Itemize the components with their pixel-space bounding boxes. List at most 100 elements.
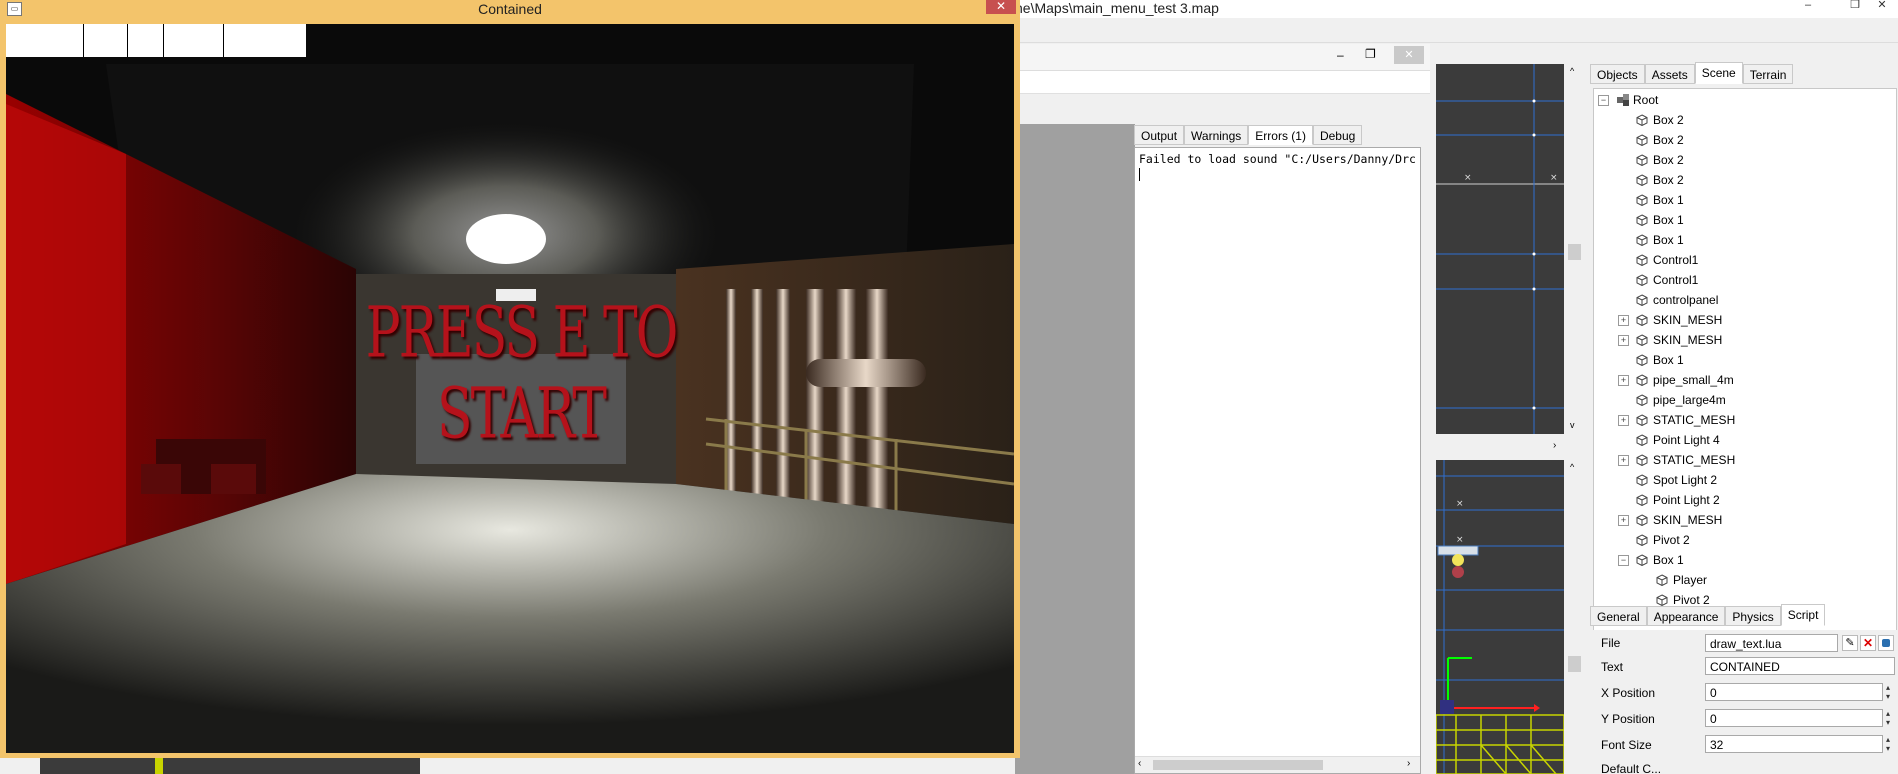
expand-icon[interactable]: + <box>1618 455 1629 466</box>
tree-item[interactable]: + pipe_small_4m <box>1594 370 1734 390</box>
y-position-spinner[interactable]: ▴ ▾ <box>1883 709 1893 727</box>
file-field[interactable]: draw_text.lua <box>1705 634 1838 652</box>
box-icon <box>1636 292 1648 307</box>
tab-assets[interactable]: Assets <box>1644 64 1695 84</box>
scroll-right-icon[interactable]: › <box>1407 758 1410 769</box>
tab-warnings[interactable]: Warnings <box>1184 125 1249 145</box>
tree-item[interactable]: + SKIN_MESH <box>1594 310 1722 330</box>
panel-maximize-button[interactable]: ❐ <box>1365 47 1376 61</box>
tree-item[interactable]: Control1 <box>1594 270 1698 290</box>
x-position-spinner[interactable]: ▴ ▾ <box>1883 683 1893 701</box>
hud-cell <box>128 24 164 57</box>
expand-icon[interactable]: + <box>1618 375 1629 386</box>
editor-menubar <box>1015 18 1898 43</box>
expand-icon[interactable]: + <box>1618 415 1629 426</box>
tree-item[interactable]: Box 2 <box>1594 110 1684 130</box>
tree-item-label: Control1 <box>1653 253 1699 267</box>
tree-item-label: Box 2 <box>1653 113 1684 127</box>
font-size-field[interactable]: 32 <box>1705 735 1883 753</box>
tab-general[interactable]: General <box>1590 606 1647 626</box>
tab-scene[interactable]: Scene <box>1694 62 1743 84</box>
tree-item[interactable]: Spot Light 2 <box>1594 470 1717 490</box>
hud-cell <box>6 24 84 57</box>
tab-script[interactable]: Script <box>1780 604 1826 626</box>
scrollbar-thumb[interactable] <box>1568 244 1581 260</box>
tree-item-label: Point Light 2 <box>1653 493 1720 507</box>
scroll-up-icon[interactable]: ^ <box>1570 66 1574 76</box>
scrollbar-thumb[interactable] <box>1153 760 1323 770</box>
tree-item[interactable]: Pivot 2 <box>1594 530 1690 550</box>
y-position-field[interactable]: 0 <box>1705 709 1883 727</box>
output-tabs: Output Warnings Errors (1) Debug <box>1134 125 1363 145</box>
tree-item[interactable]: − Box 1 <box>1594 550 1684 570</box>
tab-objects[interactable]: Objects <box>1590 64 1645 84</box>
viewport-divider: › <box>1436 436 1583 458</box>
tree-item[interactable]: + STATIC_MESH <box>1594 450 1735 470</box>
box-icon <box>1636 372 1648 387</box>
scroll-left-icon[interactable]: ‹ <box>1138 758 1141 769</box>
tree-item[interactable]: Box 2 <box>1594 170 1684 190</box>
editor-close-button[interactable]: ✕ <box>1870 0 1894 12</box>
tab-debug[interactable]: Debug <box>1312 125 1363 145</box>
expand-icon[interactable]: + <box>1618 315 1629 326</box>
viewport-perspective-scrollbar[interactable]: ^ <box>1566 460 1583 774</box>
collapse-icon[interactable]: − <box>1618 555 1629 566</box>
tree-item-label: pipe_large4m <box>1653 393 1726 407</box>
scroll-right-icon[interactable]: › <box>1553 440 1556 451</box>
tree-item[interactable]: + SKIN_MESH <box>1594 510 1722 530</box>
tree-item[interactable]: Box 1 <box>1594 350 1684 370</box>
collapse-icon[interactable]: − <box>1598 95 1609 106</box>
tree-item[interactable]: Box 1 <box>1594 210 1684 230</box>
scroll-up-icon[interactable]: ^ <box>1570 462 1574 472</box>
game-close-button[interactable]: ✕ <box>986 0 1016 14</box>
tree-item-label: SKIN_MESH <box>1653 513 1723 527</box>
browse-file-icon[interactable] <box>1878 635 1894 651</box>
tab-physics[interactable]: Physics <box>1725 606 1781 626</box>
tree-item[interactable]: − Root <box>1594 90 1658 110</box>
tree-item-label: Box 2 <box>1653 133 1684 147</box>
tree-item[interactable]: Point Light 4 <box>1594 430 1720 450</box>
viewport-top-scrollbar[interactable]: ^ v <box>1566 64 1583 434</box>
x-position-field[interactable]: 0 <box>1705 683 1883 701</box>
tree-item-label: Box 1 <box>1653 213 1684 227</box>
window-menu-icon[interactable]: ▭ <box>7 2 22 16</box>
tree-item-label: Control1 <box>1653 273 1699 287</box>
scene-tree[interactable]: − Root Box 2 Box 2 Box 2 Box 2 Box 1 Box 1 Box 1… <box>1593 88 1897 665</box>
tab-terrain[interactable]: Terrain <box>1742 64 1794 84</box>
tree-item[interactable]: Box 2 <box>1594 150 1684 170</box>
tree-item[interactable]: Box 1 <box>1594 190 1684 210</box>
expand-icon[interactable]: + <box>1618 335 1629 346</box>
scrollbar-thumb[interactable] <box>1568 656 1581 672</box>
text-field[interactable]: CONTAINED <box>1705 657 1895 675</box>
tree-item-label: Box 2 <box>1653 173 1684 187</box>
game-viewport[interactable]: PRESS E TO START <box>6 24 1014 753</box>
box-icon <box>1636 392 1648 407</box>
panel-minimize-button[interactable]: – <box>1337 48 1344 62</box>
tree-item[interactable]: Control1 <box>1594 250 1698 270</box>
tab-output[interactable]: Output <box>1134 125 1185 145</box>
tree-item-label: Player <box>1673 573 1708 587</box>
tree-item[interactable]: Box 1 <box>1594 230 1684 250</box>
viewport-perspective[interactable]: × × <box>1436 460 1564 774</box>
tab-errors[interactable]: Errors (1) <box>1248 125 1313 145</box>
box-icon <box>1636 272 1648 287</box>
clear-file-icon[interactable]: ✕ <box>1860 635 1876 651</box>
scroll-down-icon[interactable]: v <box>1570 420 1575 430</box>
editor-minimize-button[interactable]: – <box>1796 0 1820 12</box>
output-log[interactable]: Failed to load sound "C:/Users/Danny/Drc… <box>1134 147 1421 774</box>
horizontal-scrollbar[interactable]: ‹ › <box>1135 756 1420 773</box>
editor-maximize-button[interactable]: ❐ <box>1843 0 1867 12</box>
font-size-spinner[interactable]: ▴ ▾ <box>1883 735 1893 753</box>
edit-pencil-icon[interactable]: ✎ <box>1842 635 1858 651</box>
tree-item[interactable]: Player <box>1594 570 1707 590</box>
tree-item[interactable]: Point Light 2 <box>1594 490 1720 510</box>
tab-appearance[interactable]: Appearance <box>1646 606 1726 626</box>
panel-close-button[interactable]: ✕ <box>1394 46 1424 64</box>
tree-item[interactable]: + STATIC_MESH <box>1594 410 1735 430</box>
tree-item[interactable]: pipe_large4m <box>1594 390 1726 410</box>
expand-icon[interactable]: + <box>1618 515 1629 526</box>
tree-item[interactable]: + SKIN_MESH <box>1594 330 1722 350</box>
viewport-top[interactable]: × × <box>1436 64 1564 434</box>
tree-item[interactable]: controlpanel <box>1594 290 1718 310</box>
tree-item[interactable]: Box 2 <box>1594 130 1684 150</box>
